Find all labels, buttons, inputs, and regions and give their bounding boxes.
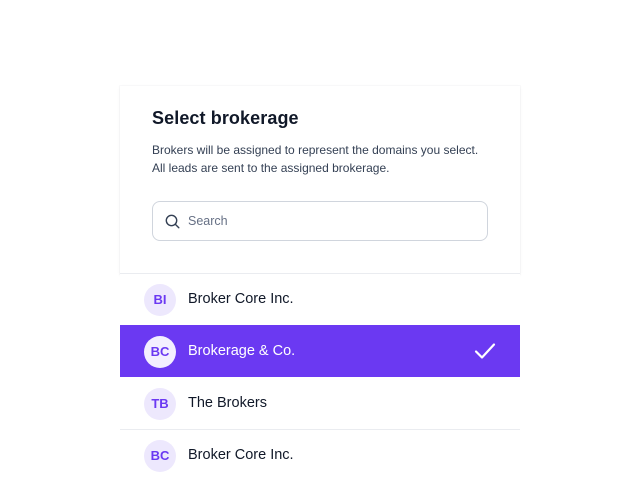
search-input[interactable] xyxy=(188,202,478,240)
avatar: BI xyxy=(144,284,176,316)
avatar: TB xyxy=(144,388,176,420)
dialog-description: Brokers will be assigned to represent th… xyxy=(152,143,479,175)
avatar: BC xyxy=(144,440,176,472)
brokerage-name: Broker Core Inc. xyxy=(188,291,294,307)
brokerage-name: Broker Core Inc. xyxy=(188,447,294,463)
search-icon xyxy=(165,214,180,229)
dialog-title: Select brokerage xyxy=(152,108,299,128)
brokerage-row[interactable]: BI Broker Core Inc. xyxy=(120,273,520,325)
page: Select brokerage Brokers will be assigne… xyxy=(0,0,640,480)
search-box[interactable] xyxy=(152,201,488,241)
avatar: BC xyxy=(144,336,176,368)
brokerage-row-selected[interactable]: BC Brokerage & Co. xyxy=(120,325,520,377)
brokerage-row[interactable]: TB The Brokers xyxy=(120,377,520,429)
brokerage-name: Brokerage & Co. xyxy=(188,343,296,359)
check-icon xyxy=(474,343,496,359)
select-brokerage-panel: Select brokerage Brokers will be assigne… xyxy=(120,86,520,274)
brokerage-list: BI Broker Core Inc. BC Brokerage & Co. T… xyxy=(120,273,520,480)
brokerage-row[interactable]: BC Broker Core Inc. xyxy=(120,429,520,480)
brokerage-name: The Brokers xyxy=(188,395,267,411)
